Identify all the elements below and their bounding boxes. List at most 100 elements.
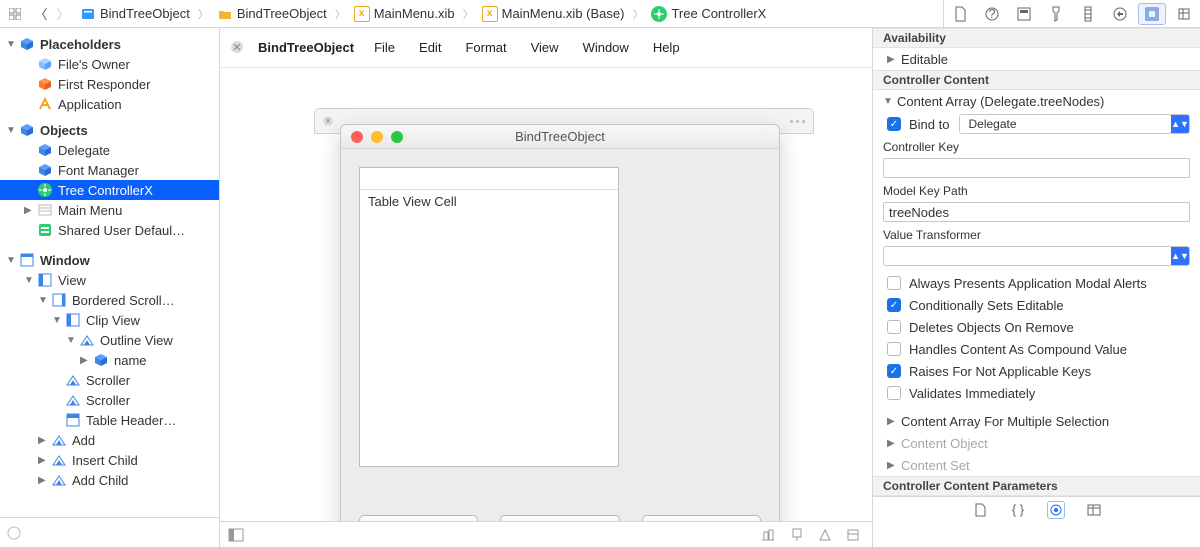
bindings-inspector-icon[interactable] xyxy=(1138,3,1166,25)
outline-item-bordered-scroll[interactable]: ▼Bordered Scroll… xyxy=(0,290,219,310)
disclosure-triangle-icon[interactable]: ▶ xyxy=(80,355,92,366)
effects-inspector-icon[interactable] xyxy=(1168,0,1200,27)
outline-item-name-column[interactable]: ▶name xyxy=(0,350,219,370)
breadcrumb-item[interactable]: BindTreeObject xyxy=(74,0,196,27)
menubar-app-name[interactable]: BindTreeObject xyxy=(258,40,354,55)
outline-item-shared-defaults[interactable]: Shared User Defaul… xyxy=(0,220,219,240)
outline-section-window[interactable]: ▼ Window xyxy=(0,250,219,270)
binding-row-content-object[interactable]: ▶Content Object xyxy=(873,432,1200,454)
size-inspector-icon[interactable] xyxy=(1072,0,1104,27)
outline-item-main-menu[interactable]: ▶Main Menu xyxy=(0,200,219,220)
media-library-icon[interactable] xyxy=(1085,501,1103,519)
window-mock[interactable]: BindTreeObject Table View Cell Add Add C… xyxy=(340,124,780,521)
breadcrumb-item[interactable]: Tree ControllerX xyxy=(645,0,772,27)
outline-view-mock[interactable]: Table View Cell xyxy=(359,167,619,467)
checkbox-compound-value[interactable] xyxy=(887,342,901,356)
window-titlebar[interactable]: BindTreeObject xyxy=(341,125,779,149)
table-header[interactable] xyxy=(360,168,618,190)
outline-filter-bar[interactable] xyxy=(0,517,219,547)
disclosure-triangle-icon[interactable]: ▶ xyxy=(38,455,50,466)
model-key-path-field[interactable]: treeNodes xyxy=(883,202,1190,222)
disclosure-triangle-icon[interactable]: ▼ xyxy=(38,295,50,306)
breadcrumb-item[interactable]: BindTreeObject xyxy=(211,0,333,27)
connections-inspector-icon[interactable] xyxy=(1104,0,1136,27)
checkbox-deletes-on-remove[interactable] xyxy=(887,320,901,334)
checkbox-raises-not-applicable[interactable]: ✓ xyxy=(887,364,901,378)
scene-options-icon[interactable] xyxy=(790,120,805,123)
disclosure-triangle-icon[interactable]: ▶ xyxy=(887,416,901,427)
binding-row-content-array-multi[interactable]: ▶Content Array For Multiple Selection xyxy=(873,410,1200,432)
disclosure-triangle-icon[interactable]: ▼ xyxy=(52,315,64,326)
menu-window[interactable]: Window xyxy=(583,40,629,55)
code-snippet-library-icon[interactable]: { } xyxy=(1009,501,1027,519)
checkbox-conditionally-sets-editable[interactable]: ✓ xyxy=(887,298,901,312)
help-inspector-icon[interactable]: ? xyxy=(976,0,1008,27)
embed-icon[interactable] xyxy=(846,528,860,542)
outline-item-delegate[interactable]: Delegate xyxy=(0,140,219,160)
checkbox-modal-alerts[interactable] xyxy=(887,276,901,290)
outline-item-add-child-button[interactable]: ▶Add Child xyxy=(0,470,219,490)
menu-help[interactable]: Help xyxy=(653,40,680,55)
outline-item-files-owner[interactable]: File's Owner xyxy=(0,54,219,74)
disclosure-triangle-icon[interactable]: ▼ xyxy=(6,255,18,266)
menu-edit[interactable]: Edit xyxy=(419,40,441,55)
disclosure-triangle-icon[interactable]: ▼ xyxy=(66,335,78,346)
file-inspector-icon[interactable] xyxy=(944,0,976,27)
outline-item-clip-view[interactable]: ▼Clip View xyxy=(0,310,219,330)
outline-item-font-manager[interactable]: Font Manager xyxy=(0,160,219,180)
remove-button[interactable]: Remove xyxy=(642,515,761,521)
disclosure-triangle-icon[interactable]: ▶ xyxy=(38,435,50,446)
disclosure-triangle-icon[interactable]: ▼ xyxy=(6,125,18,136)
menu-file[interactable]: File xyxy=(374,40,395,55)
disclosure-triangle-icon[interactable]: ▶ xyxy=(887,438,901,449)
table-cell[interactable]: Table View Cell xyxy=(360,190,618,213)
nav-forward-button[interactable]: 〉 xyxy=(52,4,74,23)
disclosure-triangle-icon[interactable]: ▶ xyxy=(887,54,901,65)
outline-item-scroller[interactable]: Scroller xyxy=(0,390,219,410)
binding-row-editable[interactable]: ▶ Editable xyxy=(873,48,1200,70)
pin-icon[interactable] xyxy=(790,528,804,542)
checkbox-validates-immediately[interactable] xyxy=(887,386,901,400)
ib-canvas[interactable]: BindTreeObject Table View Cell Add Add C… xyxy=(220,68,872,521)
disclosure-triangle-icon[interactable]: ▼ xyxy=(883,96,897,107)
binding-row-content-array[interactable]: ▼ Content Array (Delegate.treeNodes) xyxy=(873,90,1200,112)
value-transformer-popup[interactable]: ▲▼ xyxy=(883,246,1190,266)
add-button[interactable]: Add xyxy=(359,515,478,521)
bind-to-popup[interactable]: Delegate ▲▼ xyxy=(959,114,1190,134)
menu-format[interactable]: Format xyxy=(465,40,506,55)
outline-item-tree-controller[interactable]: Tree ControllerX xyxy=(0,180,219,200)
disclosure-triangle-icon[interactable]: ▶ xyxy=(38,475,50,486)
object-library-icon[interactable] xyxy=(1047,501,1065,519)
attributes-inspector-icon[interactable] xyxy=(1040,0,1072,27)
disclosure-triangle-icon[interactable]: ▼ xyxy=(24,275,36,286)
outline-item-outline-view[interactable]: ▼Outline View xyxy=(0,330,219,350)
controller-key-field[interactable] xyxy=(883,158,1190,178)
outline-item-scroller[interactable]: Scroller xyxy=(0,370,219,390)
outline-item-application[interactable]: Application xyxy=(0,94,219,114)
toggle-outline-icon[interactable] xyxy=(228,528,244,542)
binding-row-content-set[interactable]: ▶Content Set xyxy=(873,454,1200,476)
identity-inspector-icon[interactable] xyxy=(1008,0,1040,27)
outline-item-view[interactable]: ▼View xyxy=(0,270,219,290)
align-icon[interactable] xyxy=(760,528,776,542)
bind-to-checkbox[interactable]: ✓ xyxy=(887,117,901,131)
outline-item-table-header[interactable]: Table Header… xyxy=(0,410,219,430)
disclosure-triangle-icon[interactable]: ▶ xyxy=(887,460,901,471)
outline-section-placeholders[interactable]: ▼ Placeholders xyxy=(0,34,219,54)
outline-item-first-responder[interactable]: First Responder xyxy=(0,74,219,94)
breadcrumb-item[interactable]: x MainMenu.xib xyxy=(348,0,461,27)
disclosure-triangle-icon[interactable]: ▼ xyxy=(6,39,18,50)
resolve-icon[interactable] xyxy=(818,528,832,542)
add-child-button[interactable]: Add Child xyxy=(500,515,619,521)
menu-view[interactable]: View xyxy=(531,40,559,55)
related-items-icon[interactable] xyxy=(0,8,30,20)
outline-section-objects[interactable]: ▼ Objects xyxy=(0,120,219,140)
outline-item-insert-child-button[interactable]: ▶Insert Child xyxy=(0,450,219,470)
file-template-library-icon[interactable] xyxy=(971,501,989,519)
scene-close-icon[interactable] xyxy=(323,116,333,126)
disclosure-triangle-icon[interactable]: ▶ xyxy=(24,205,36,216)
outline-item-add-button[interactable]: ▶Add xyxy=(0,430,219,450)
nav-back-button[interactable]: 〈 xyxy=(30,4,52,23)
close-icon[interactable] xyxy=(230,40,246,56)
breadcrumb-item[interactable]: x MainMenu.xib (Base) xyxy=(476,0,631,27)
